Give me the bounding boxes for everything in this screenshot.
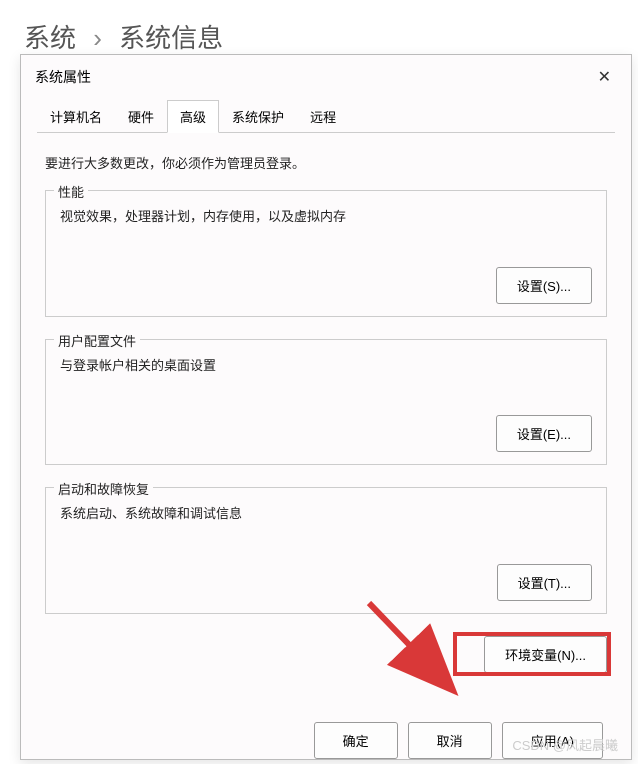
close-icon[interactable]: ✕ <box>592 65 617 89</box>
cancel-button[interactable]: 取消 <box>408 722 492 759</box>
performance-settings-button[interactable]: 设置(S)... <box>496 267 592 304</box>
titlebar: 系统属性 ✕ <box>21 55 631 95</box>
admin-notice: 要进行大多数更改，你必须作为管理员登录。 <box>45 153 607 172</box>
group-user-profiles: 用户配置文件 与登录帐户相关的桌面设置 设置(E)... <box>45 339 607 466</box>
tabs: 计算机名 硬件 高级 系统保护 远程 <box>37 99 615 133</box>
group-startup-recovery-title: 启动和故障恢复 <box>54 479 153 498</box>
startup-recovery-settings-button[interactable]: 设置(T)... <box>497 564 592 601</box>
group-user-profiles-title: 用户配置文件 <box>54 331 140 350</box>
tab-system-protection[interactable]: 系统保护 <box>219 100 297 133</box>
tab-content-advanced: 要进行大多数更改，你必须作为管理员登录。 性能 视觉效果，处理器计划，内存使用，… <box>21 133 631 705</box>
group-startup-recovery: 启动和故障恢复 系统启动、系统故障和调试信息 设置(T)... <box>45 487 607 614</box>
dialog-title: 系统属性 <box>35 67 91 87</box>
watermark: CSDN @风起晨曦 <box>512 735 618 754</box>
system-properties-dialog: 系统属性 ✕ 计算机名 硬件 高级 系统保护 远程 要进行大多数更改，你必须作为… <box>20 54 632 760</box>
group-startup-recovery-desc: 系统启动、系统故障和调试信息 <box>60 504 592 524</box>
tab-remote[interactable]: 远程 <box>297 100 349 133</box>
tab-hardware[interactable]: 硬件 <box>115 100 167 133</box>
ok-button[interactable]: 确定 <box>314 722 398 759</box>
group-user-profiles-desc: 与登录帐户相关的桌面设置 <box>60 356 592 376</box>
user-profiles-settings-button[interactable]: 设置(E)... <box>496 415 592 452</box>
chevron-right-icon: › <box>93 23 102 53</box>
group-performance-title: 性能 <box>54 182 88 201</box>
breadcrumb-current: 系统信息 <box>119 23 223 53</box>
group-performance-desc: 视觉效果，处理器计划，内存使用，以及虚拟内存 <box>60 207 592 227</box>
environment-variables-button[interactable]: 环境变量(N)... <box>484 636 607 673</box>
tab-advanced[interactable]: 高级 <box>167 100 219 133</box>
group-performance: 性能 视觉效果，处理器计划，内存使用，以及虚拟内存 设置(S)... <box>45 190 607 317</box>
tab-computer-name[interactable]: 计算机名 <box>37 100 115 133</box>
breadcrumb-parent[interactable]: 系统 <box>24 23 76 53</box>
